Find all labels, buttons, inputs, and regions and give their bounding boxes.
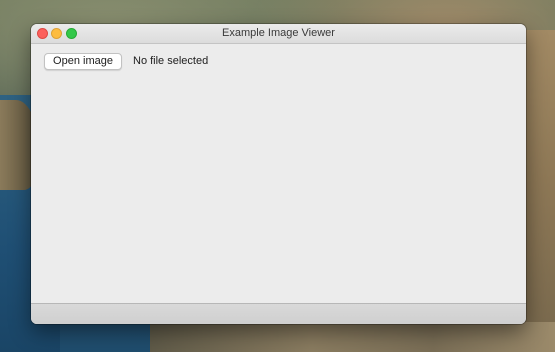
window-content: Open image No file selected	[31, 44, 526, 303]
wallpaper-rocks	[150, 322, 555, 352]
app-window: Example Image Viewer Open image No file …	[31, 24, 526, 324]
wallpaper-right-cliff	[525, 30, 555, 330]
file-status-label: No file selected	[133, 55, 209, 67]
window-title: Example Image Viewer	[222, 27, 335, 39]
window-titlebar[interactable]: Example Image Viewer	[31, 24, 526, 44]
window-bottom-bar	[31, 303, 526, 324]
open-image-button[interactable]: Open image	[44, 53, 122, 70]
